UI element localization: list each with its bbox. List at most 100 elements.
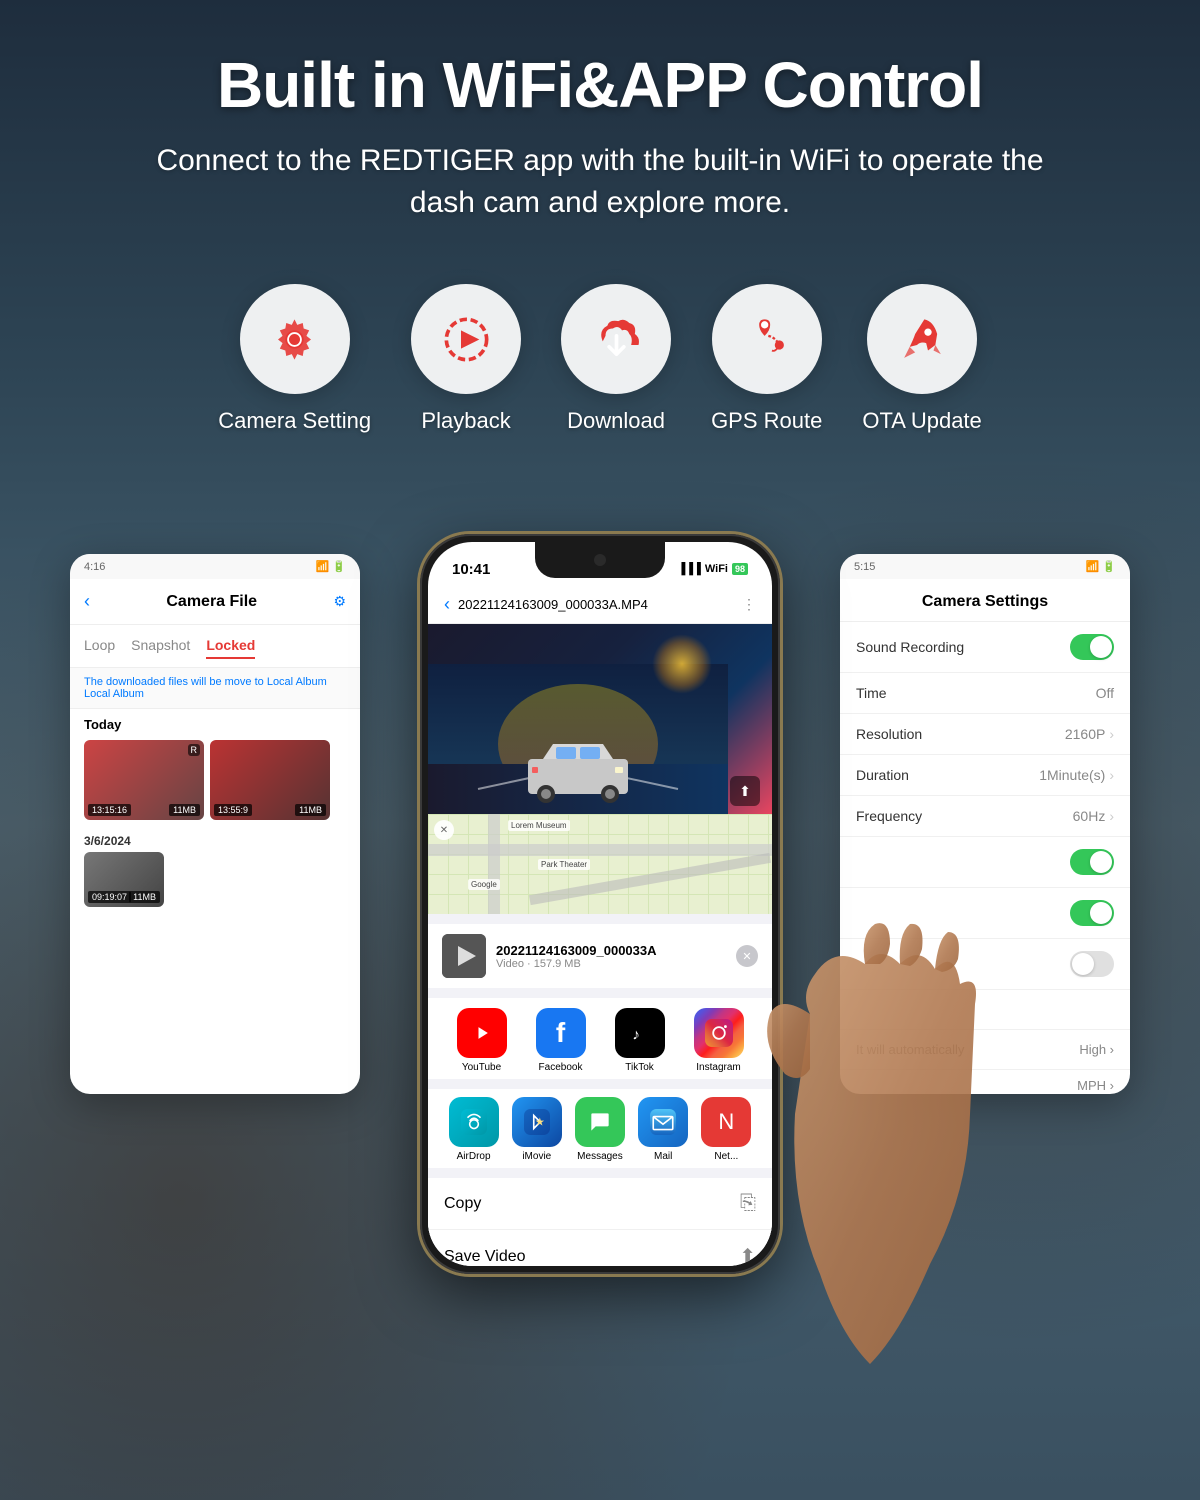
mail-svg xyxy=(650,1109,676,1135)
apps-row-2: AirDrop xyxy=(428,1089,772,1168)
app-instagram[interactable]: Instagram xyxy=(689,1008,749,1073)
phone-menu-icon[interactable]: ⋮ xyxy=(742,596,756,613)
left-panel-header: ‹ Camera File ⚙ xyxy=(70,579,360,625)
feature-label-playback: Playback xyxy=(421,408,510,434)
phone-camera xyxy=(594,554,606,566)
video-share-icon[interactable]: ⬆ xyxy=(730,776,760,806)
left-panel-tabs: Loop Snapshot Locked xyxy=(70,625,360,668)
thumb-2[interactable]: 13:55:9 11MB xyxy=(210,740,330,820)
app-net[interactable]: N Net... xyxy=(696,1097,756,1162)
net-icon: N xyxy=(701,1097,751,1147)
imovie-label: iMovie xyxy=(522,1151,551,1162)
app-airdrop[interactable]: AirDrop xyxy=(444,1097,504,1162)
share-file-info: 20221124163009_000033A Video · 157.9 MB xyxy=(496,943,736,970)
time-value: Off xyxy=(1096,685,1114,701)
share-file-thumbnail xyxy=(442,934,486,978)
left-panel-settings-icon[interactable]: ⚙ xyxy=(333,593,346,610)
thumb2-size: 11MB xyxy=(295,804,326,816)
tab-snapshot[interactable]: Snapshot xyxy=(131,633,190,659)
left-status-time: 4:16 xyxy=(84,561,105,573)
download-icon xyxy=(589,312,644,367)
messages-label: Messages xyxy=(577,1151,623,1162)
right-panel-header: Camera Settings xyxy=(840,579,1130,622)
facebook-letter: f xyxy=(556,1017,565,1049)
thumb-1[interactable]: R 13:15:16 11MB xyxy=(84,740,204,820)
feature-label-download: Download xyxy=(567,408,665,434)
feature-circle-camera xyxy=(240,284,350,394)
resolution-label: Resolution xyxy=(856,726,922,742)
action-copy[interactable]: Copy ⎘ xyxy=(428,1178,772,1230)
feature-circle-ota xyxy=(867,284,977,394)
rocket-icon xyxy=(895,312,950,367)
toggle-2[interactable] xyxy=(1070,849,1114,875)
left-panel-status: 4:16 📶 🔋 xyxy=(70,554,360,579)
gps-icon xyxy=(739,312,794,367)
messages-svg xyxy=(587,1109,613,1135)
app-mail[interactable]: Mail xyxy=(633,1097,693,1162)
phone-nav-bar: ‹ 20221124163009_000033A.MP4 ⋮ xyxy=(428,586,772,624)
toggle-4[interactable] xyxy=(1070,951,1114,977)
setting-row-toggle3 xyxy=(840,888,1130,939)
left-panel: 4:16 📶 🔋 ‹ Camera File ⚙ Loop Snapshot L… xyxy=(70,554,360,1094)
left-status-icons: 📶 🔋 xyxy=(316,560,346,573)
phone-video-preview: ⬆ xyxy=(428,624,772,814)
map-label-1: Lorem Museum xyxy=(508,820,570,831)
feature-label-camera: Camera Setting xyxy=(218,408,371,434)
signal-icon: ▐▐▐ xyxy=(677,563,700,575)
thumb1-duration: 13:15:16 xyxy=(88,804,131,816)
tiktok-svg: ♪ xyxy=(627,1020,653,1046)
app-tiktok[interactable]: ♪ TikTok xyxy=(610,1008,670,1073)
setting-row-unit[interactable]: MPH › xyxy=(840,1070,1130,1094)
setting-row-resolution[interactable]: Resolution 2160P › xyxy=(840,714,1130,755)
resolution-value: 2160P › xyxy=(1065,726,1114,742)
tab-locked[interactable]: Locked xyxy=(206,633,255,659)
feature-circle-download xyxy=(561,284,671,394)
tiktok-icon: ♪ xyxy=(615,1008,665,1058)
share-close-button[interactable]: ✕ xyxy=(736,945,758,967)
share-filetype: Video · 157.9 MB xyxy=(496,958,736,970)
action-save-video[interactable]: Save Video ⬆ xyxy=(428,1230,772,1266)
setting-row-speed[interactable]: It will automatically High › xyxy=(840,1030,1130,1070)
feature-playback: Playback xyxy=(411,284,521,434)
save-video-icon: ⬆ xyxy=(739,1244,756,1266)
feature-label-gps: GPS Route xyxy=(711,408,822,434)
toggle-3[interactable] xyxy=(1070,900,1114,926)
app-messages[interactable]: Messages xyxy=(570,1097,630,1162)
phone-back-button[interactable]: ‹ xyxy=(444,594,450,615)
airdrop-svg xyxy=(461,1109,487,1135)
facebook-label: Facebook xyxy=(539,1062,583,1073)
tab-loop[interactable]: Loop xyxy=(84,633,115,659)
page-subtitle: Connect to the REDTIGER app with the bui… xyxy=(150,140,1050,224)
youtube-svg xyxy=(468,1019,496,1047)
sun-glow xyxy=(652,634,712,694)
thumb3-size: 11MB xyxy=(129,891,160,903)
setting-row-duration[interactable]: Duration 1Minute(s) › xyxy=(840,755,1130,796)
tiktok-label: TikTok xyxy=(625,1062,654,1073)
sound-toggle[interactable] xyxy=(1070,634,1114,660)
right-panel-title: Camera Settings xyxy=(856,593,1114,611)
phone-screen: 10:41 ▐▐▐ WiFi 98 ‹ 20221124163009_00003… xyxy=(428,542,772,1266)
copy-icon: ⎘ xyxy=(740,1192,756,1215)
left-back-icon[interactable]: ‹ xyxy=(84,591,90,612)
app-youtube[interactable]: YouTube xyxy=(452,1008,512,1073)
feature-circle-gps xyxy=(712,284,822,394)
left-panel-title: Camera File xyxy=(98,593,325,611)
app-imovie[interactable]: ★ iMovie xyxy=(507,1097,567,1162)
time-label: Time xyxy=(856,685,887,701)
airdrop-icon xyxy=(449,1097,499,1147)
main-phone: 10:41 ▐▐▐ WiFi 98 ‹ 20221124163009_00003… xyxy=(420,534,780,1274)
time-val-text: Off xyxy=(1096,685,1114,701)
left-panel-notice: The downloaded files will be move to Loc… xyxy=(70,668,360,709)
app-facebook[interactable]: f Facebook xyxy=(531,1008,591,1073)
thumb1-size: 11MB xyxy=(169,804,200,816)
setting-row-toggle4 xyxy=(840,939,1130,990)
setting-row-frequency[interactable]: Frequency 60Hz › xyxy=(840,796,1130,837)
gear-icon xyxy=(267,312,322,367)
thumb-3[interactable]: 09:19:07 11MB xyxy=(84,852,164,907)
share-thumb-svg xyxy=(442,934,486,978)
feature-label-ota: OTA Update xyxy=(862,408,981,434)
setting-row-time: Time Off xyxy=(840,673,1130,714)
frequency-chevron: › xyxy=(1109,808,1114,824)
page-content: Built in WiFi&APP Control Connect to the… xyxy=(0,0,1200,1314)
local-album-link[interactable]: Local Album xyxy=(84,688,144,700)
